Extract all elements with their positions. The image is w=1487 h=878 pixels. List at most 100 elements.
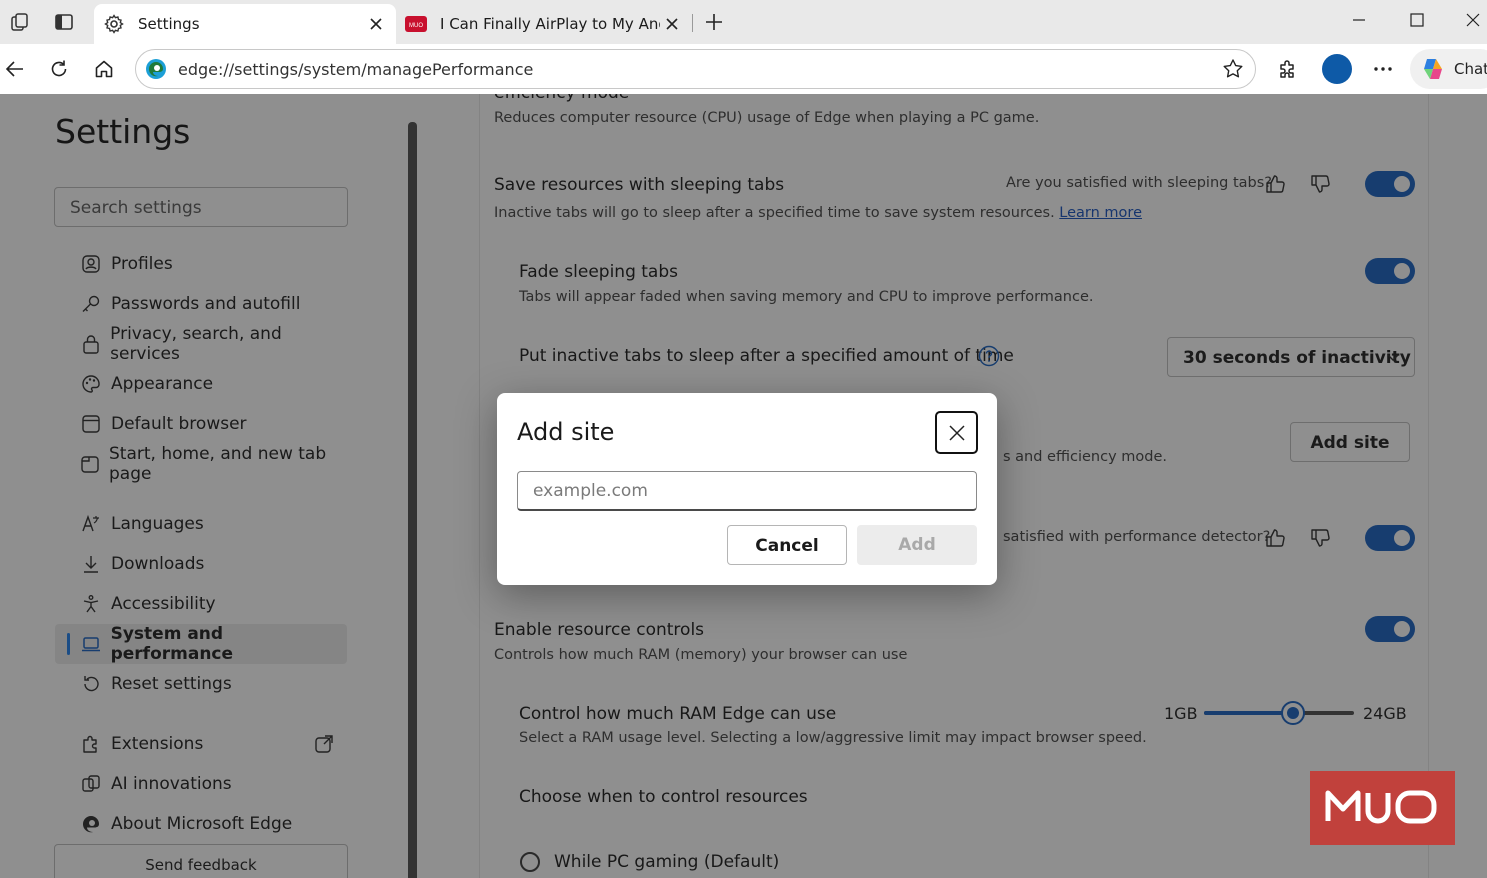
more-menu-icon[interactable] <box>1368 54 1398 84</box>
cancel-button[interactable]: Cancel <box>727 525 847 565</box>
sleeping-tabs-toggle[interactable] <box>1365 171 1415 197</box>
sidebar-item-label: Reset settings <box>111 674 232 694</box>
sidebar-item-label: Appearance <box>111 374 214 394</box>
pc-gaming-radio[interactable] <box>520 852 540 872</box>
edge-logo-icon <box>146 59 166 79</box>
sleep-timeout-dropdown[interactable]: 30 seconds of inactivity <box>1167 337 1415 377</box>
copilot-icon <box>1424 59 1442 79</box>
thumbs-down-icon[interactable] <box>1307 525 1333 551</box>
sidebar-item-reset[interactable]: Reset settings <box>55 664 347 704</box>
thumbs-up-icon[interactable] <box>1262 171 1288 197</box>
resource-controls-toggle[interactable] <box>1365 616 1415 642</box>
sleep-after-title: Put inactive tabs to sleep after a speci… <box>519 346 1014 366</box>
address-bar[interactable]: edge://settings/system/managePerformance <box>135 49 1256 89</box>
url-text: edge://settings/system/managePerformance <box>178 59 534 79</box>
chat-label: Chat <box>1454 60 1487 78</box>
perf-detector-toggle[interactable] <box>1365 525 1415 551</box>
favorite-star-icon[interactable] <box>1219 55 1247 83</box>
sidebar-scrollbar[interactable] <box>408 122 417 878</box>
tab-title: I Can Finally AirPlay to My Androi <box>440 15 660 33</box>
lock-icon <box>80 333 101 355</box>
sidebar-item-downloads[interactable]: Downloads <box>55 544 347 584</box>
dropdown-value: 30 seconds of inactivity <box>1183 348 1411 368</box>
sidebar-item-extensions[interactable]: Extensions <box>55 724 347 764</box>
languages-icon <box>80 513 102 535</box>
download-icon <box>80 553 102 575</box>
toolbar: edge://settings/system/managePerformance… <box>0 44 1487 94</box>
sidebar-item-label: Profiles <box>111 254 173 274</box>
edge-icon <box>80 813 102 835</box>
site-url-input[interactable] <box>517 471 977 511</box>
ram-control-desc: Select a RAM usage level. Selecting a lo… <box>519 730 1147 746</box>
sleeping-tabs-desc: Inactive tabs will go to sleep after a s… <box>494 205 1142 221</box>
sidebar-item-passwords[interactable]: Passwords and autofill <box>55 284 347 324</box>
home-icon[interactable] <box>89 54 119 84</box>
sleeping-tabs-question: Are you satisfied with sleeping tabs? <box>1006 175 1272 191</box>
browser-icon <box>80 413 102 435</box>
add-site-dialog: Add site Cancel Add <box>497 393 997 585</box>
pc-gaming-label: While PC gaming (Default) <box>554 852 780 872</box>
learn-more-link[interactable]: Learn more <box>1059 205 1142 221</box>
tab-article[interactable]: MUO I Can Finally AirPlay to My Androi <box>396 4 692 44</box>
sidebar-item-label: Extensions <box>111 734 204 754</box>
page-title: Settings <box>55 112 191 151</box>
thumbs-up-icon[interactable] <box>1262 525 1288 551</box>
sidebar-item-languages[interactable]: Languages <box>55 504 347 544</box>
workspaces-icon[interactable] <box>6 8 34 36</box>
sleeping-tabs-title: Save resources with sleeping tabs <box>494 175 785 195</box>
external-link-icon <box>315 735 333 753</box>
sidebar-item-about[interactable]: About Microsoft Edge <box>55 804 347 844</box>
gear-icon <box>102 12 126 36</box>
maximize-icon[interactable] <box>1397 4 1437 36</box>
resource-controls-desc: Controls how much RAM (memory) your brow… <box>494 647 908 663</box>
minimize-icon[interactable] <box>1339 4 1379 36</box>
sidebar-item-label: System and performance <box>110 624 234 664</box>
vertical-tabs-icon[interactable] <box>50 8 78 36</box>
send-feedback-button[interactable]: Send feedback <box>54 844 348 878</box>
fade-tabs-toggle[interactable] <box>1365 258 1415 284</box>
resource-controls-title: Enable resource controls <box>494 620 705 640</box>
close-tab-icon[interactable] <box>660 12 684 36</box>
extensions-icon[interactable] <box>1273 54 1303 84</box>
add-site-button[interactable]: Add site <box>1290 422 1410 462</box>
ram-control-title: Control how much RAM Edge can use <box>519 704 837 724</box>
profile-avatar[interactable] <box>1322 54 1352 84</box>
thumbs-down-icon[interactable] <box>1307 171 1333 197</box>
sidebar-item-default-browser[interactable]: Default browser <box>55 404 347 444</box>
sidebar-item-label: Accessibility <box>111 594 216 614</box>
muo-watermark-logo <box>1310 771 1455 845</box>
search-settings-input[interactable]: Search settings <box>54 187 348 227</box>
perf-detector-question: satisfied with performance detector? <box>1003 529 1271 545</box>
copilot-chat-button[interactable]: Chat <box>1410 49 1487 89</box>
sidebar-item-profiles[interactable]: Profiles <box>55 244 347 284</box>
svg-text:MUO: MUO <box>409 23 423 29</box>
reset-icon <box>80 673 102 695</box>
sidebar-item-ai-innovations[interactable]: AI innovations <box>55 764 347 804</box>
back-icon[interactable] <box>0 54 30 84</box>
close-window-icon[interactable] <box>1453 4 1487 36</box>
tab-settings[interactable]: Settings <box>94 4 396 44</box>
ram-slider-max: 24GB <box>1363 704 1407 723</box>
sidebar-item-accessibility[interactable]: Accessibility <box>55 584 347 624</box>
sidebar-item-label: Default browser <box>111 414 247 434</box>
sidebar-item-privacy[interactable]: Privacy, search, and services <box>55 324 347 364</box>
new-tab-icon[interactable] <box>700 8 728 36</box>
ram-slider-min: 1GB <box>1164 704 1198 723</box>
home-tab-icon <box>80 453 100 475</box>
sidebar-item-label: Passwords and autofill <box>111 294 301 314</box>
refresh-icon[interactable] <box>44 54 74 84</box>
close-icon[interactable] <box>935 411 978 454</box>
sidebar-item-appearance[interactable]: Appearance <box>55 364 347 404</box>
tab-title: Settings <box>138 15 200 33</box>
never-sleep-desc-partial: s and efficiency mode. <box>1003 449 1167 465</box>
sidebar-item-label: Start, home, and new tab page <box>109 444 327 484</box>
help-icon[interactable] <box>978 345 1000 367</box>
ram-slider-thumb[interactable] <box>1281 701 1305 725</box>
sidebar-item-start-home[interactable]: Start, home, and new tab page <box>55 444 347 484</box>
tab-separator <box>692 14 693 32</box>
efficiency-mode-desc: Reduces computer resource (CPU) usage of… <box>494 110 1040 126</box>
sidebar-item-system-performance[interactable]: System and performance <box>55 624 347 664</box>
choose-when-title: Choose when to control resources <box>519 787 808 807</box>
add-button[interactable]: Add <box>857 525 977 565</box>
close-tab-icon[interactable] <box>364 12 388 36</box>
